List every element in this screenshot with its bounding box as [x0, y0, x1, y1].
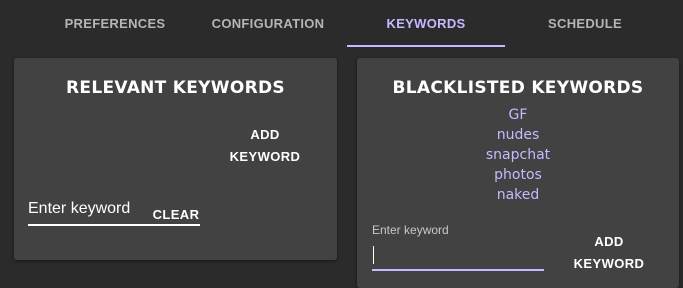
blacklisted-keyword-item[interactable]: nudes — [357, 125, 679, 145]
blacklisted-keyword-item[interactable]: photos — [357, 165, 679, 185]
blacklisted-keywords-title: BLACKLISTED KEYWORDS — [392, 78, 644, 98]
relevant-keywords-title: RELEVANT KEYWORDS — [66, 78, 285, 98]
relevant-keywords-card: RELEVANT KEYWORDS ADD KEYWORD CLEAR — [14, 58, 337, 260]
tab-configuration[interactable]: CONFIGURATION — [190, 0, 346, 46]
tab-preferences[interactable]: PREFERENCES — [40, 0, 190, 46]
blacklisted-keyword-item[interactable]: GF — [357, 105, 679, 125]
blacklisted-keyword-list: GF nudes snapchat photos naked — [357, 105, 679, 205]
blacklisted-keyword-input[interactable] — [372, 243, 544, 265]
add-blacklisted-keyword-button[interactable]: ADD KEYWORD — [565, 231, 653, 275]
tab-keywords[interactable]: KEYWORDS — [347, 0, 505, 46]
blacklisted-keyword-field — [372, 241, 544, 271]
blacklisted-keyword-item[interactable]: snapchat — [357, 145, 679, 165]
blacklisted-keyword-input-label: Enter keyword — [372, 223, 449, 237]
add-relevant-keyword-label-1: ADD — [250, 127, 280, 142]
blacklisted-keywords-card: BLACKLISTED KEYWORDS GF nudes snapchat p… — [357, 58, 679, 288]
clear-button[interactable]: CLEAR — [134, 204, 218, 226]
add-blacklisted-keyword-label-1: ADD — [594, 234, 624, 249]
text-caret — [373, 246, 374, 264]
add-relevant-keyword-button[interactable]: ADD KEYWORD — [224, 124, 306, 168]
blacklisted-keyword-item[interactable]: naked — [357, 185, 679, 205]
add-blacklisted-keyword-label-2: KEYWORD — [573, 256, 645, 271]
tab-bar: PREFERENCES CONFIGURATION KEYWORDS SCHED… — [0, 0, 683, 48]
tab-schedule[interactable]: SCHEDULE — [505, 0, 665, 46]
add-relevant-keyword-label-2: KEYWORD — [229, 149, 301, 164]
active-tab-indicator — [347, 45, 505, 47]
